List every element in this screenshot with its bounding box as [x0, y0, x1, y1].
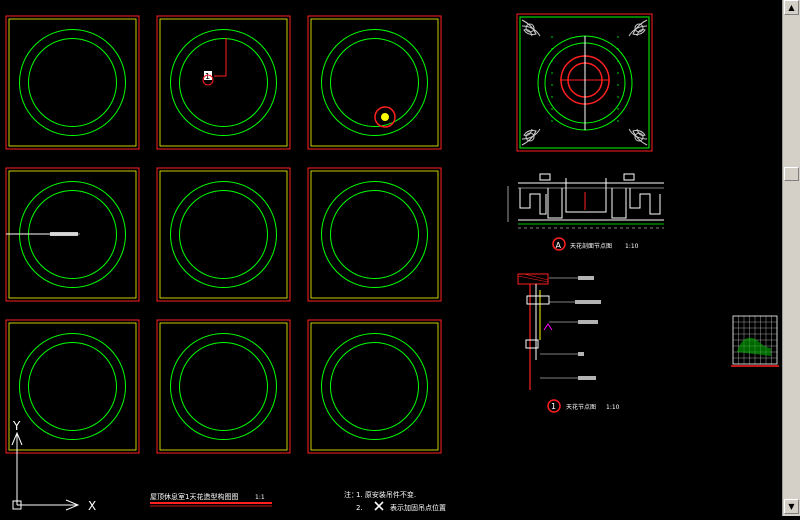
cad-drawing-canvas[interactable]: 1 A 天花剖面节点图 1:10 1 天花节点图 1:10 Y X 屋顶休息室1… [0, 0, 782, 516]
ceiling-panel-5 [156, 167, 291, 302]
note-line-2-text: 表示加固吊点位置 [390, 503, 446, 512]
scroll-down-button[interactable]: ▼ [784, 499, 799, 514]
plan-title: 屋顶休息室1天花造型构图图 [150, 492, 238, 501]
ceiling-panel-6 [307, 167, 442, 302]
section-a-marker: A [556, 241, 562, 250]
scroll-up-button[interactable]: ▲ [784, 0, 799, 15]
plan-title-block: 屋顶休息室1天花造型构图图 1:1 [150, 492, 272, 507]
ucs-icon: Y X [11, 419, 96, 513]
ceiling-panel-1 [5, 15, 140, 150]
scroll-thumb[interactable] [784, 167, 799, 181]
note-line-2-number: 2. [356, 504, 363, 512]
section-a-scale: 1:10 [625, 243, 639, 250]
vertical-scrollbar[interactable]: ▲ ▼ [782, 0, 800, 516]
ceiling-detail-panel [516, 13, 653, 152]
detail-1-scale: 1:10 [606, 404, 620, 411]
section-a-drawing: A 天花剖面节点图 1:10 [507, 173, 664, 251]
note-line-1: 1. 原安装吊件不变. [356, 490, 416, 499]
notes-block: 注： 1. 原安装吊件不变. 2. 表示加固吊点位置 [344, 490, 446, 512]
detail-1-marker: 1 [551, 402, 556, 411]
ceiling-panel-9 [307, 319, 442, 454]
pattern-thumbnail [731, 315, 779, 367]
detail-1-drawing: 1 天花节点图 1:10 [517, 273, 620, 413]
ucs-x-label: X [88, 499, 96, 513]
ceiling-panel-2 [156, 15, 291, 150]
panel-4-leader [6, 232, 80, 236]
ceiling-panel-8 [156, 319, 291, 454]
reinforce-point-mark [374, 106, 396, 128]
detail-1-title: 天花节点图 [566, 403, 596, 411]
plan-scale: 1:1 [255, 494, 265, 501]
section-a-title: 天花剖面节点图 [570, 242, 612, 250]
drawing-svg: 1 A 天花剖面节点图 1:10 1 天花节点图 1:10 Y X 屋顶休息室1… [5, 13, 779, 513]
ceiling-panel-3 [307, 15, 442, 150]
reinforce-symbol-icon [374, 501, 384, 511]
ucs-y-label: Y [12, 419, 21, 433]
ceiling-panel-7 [5, 319, 140, 454]
hanger-marker: 1 [202, 38, 227, 86]
hanger-marker-label: 1 [205, 72, 210, 81]
